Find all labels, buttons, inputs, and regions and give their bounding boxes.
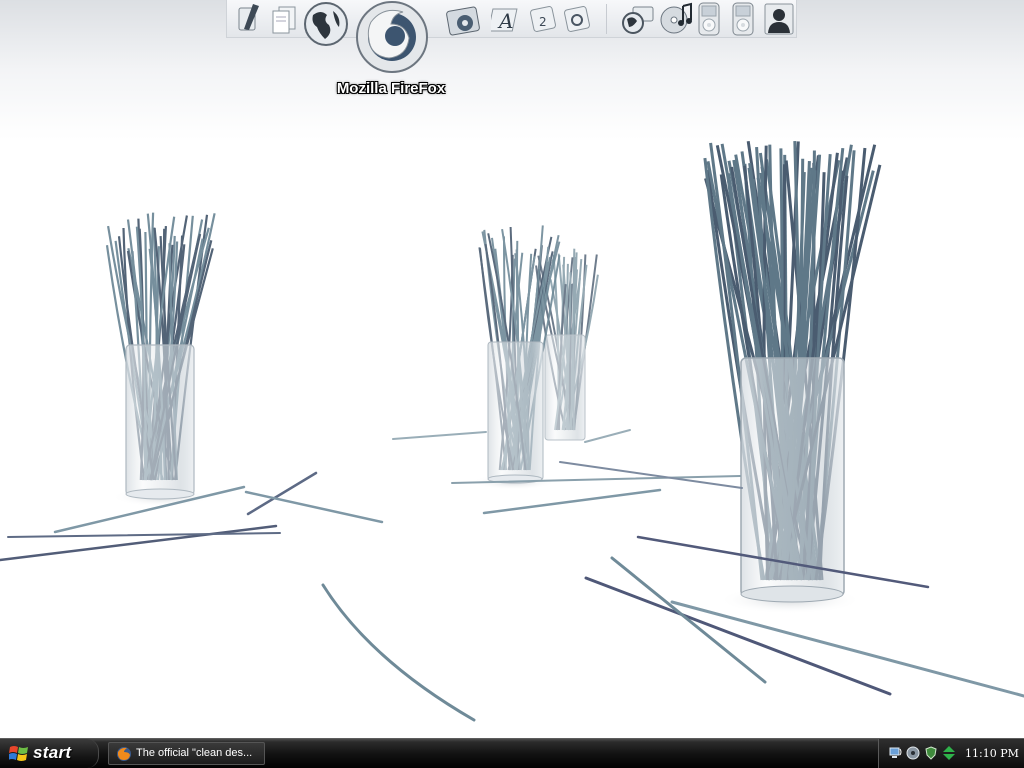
dock-separator (606, 4, 607, 34)
desktop[interactable]: A 2 Mozilla FireFox (0, 0, 1024, 738)
ipod-icon[interactable] (731, 2, 755, 36)
dock-tooltip-label: Mozilla FireFox (336, 80, 446, 97)
ipod-icon[interactable] (697, 2, 721, 36)
settings-icon[interactable] (561, 4, 593, 34)
start-button[interactable]: start (0, 739, 99, 768)
svg-text:A: A (497, 9, 513, 33)
clock[interactable]: 11:10 PM (965, 747, 1019, 760)
windows-logo-icon (8, 745, 29, 768)
start-label: start (33, 743, 72, 762)
dock-bar: A 2 (226, 0, 797, 73)
music-player-icon[interactable] (445, 5, 485, 37)
svg-text:2: 2 (539, 15, 547, 29)
update-tray-icon[interactable] (942, 746, 956, 765)
wallpaper-straws-art (0, 140, 1024, 722)
firefox-icon[interactable] (355, 0, 429, 74)
shield-tray-icon[interactable] (924, 746, 938, 765)
taskbar-window-label: The official "clean des... (136, 747, 253, 759)
user-icon[interactable] (763, 2, 795, 36)
cd-music-icon[interactable] (659, 2, 693, 36)
taskbar-window-button[interactable]: The official "clean des... (108, 742, 265, 765)
calculator-icon[interactable]: 2 (527, 4, 559, 34)
globe-icon[interactable] (303, 1, 349, 47)
network-tray-icon[interactable] (889, 746, 903, 765)
font-icon[interactable]: A (491, 4, 523, 34)
pen-icon[interactable] (235, 2, 263, 34)
network-icon[interactable] (621, 5, 655, 35)
firefox-icon (116, 746, 132, 767)
documents-icon[interactable] (269, 4, 299, 34)
volume-tray-icon[interactable] (906, 746, 920, 765)
taskbar: start The official "clean des... 11:10 P… (0, 738, 1024, 768)
system-tray: 11:10 PM (878, 739, 1024, 768)
